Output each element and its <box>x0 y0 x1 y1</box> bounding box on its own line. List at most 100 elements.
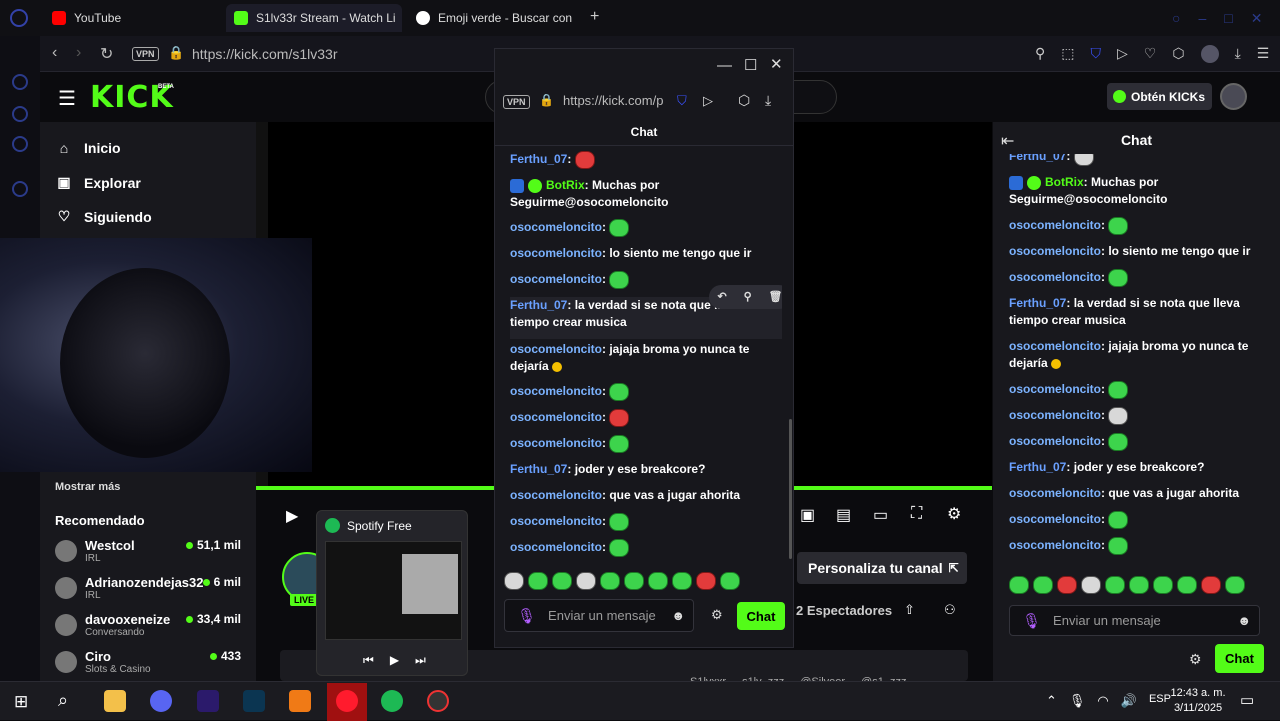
add-friend-icon[interactable]: ⚇ <box>944 602 956 618</box>
close-icon[interactable]: ✕ <box>770 55 783 73</box>
emote-icon[interactable] <box>1105 576 1125 594</box>
app-icon[interactable] <box>12 181 28 197</box>
recommended-channel[interactable]: davooxeneize Conversando 33,4 mil <box>55 612 255 638</box>
app-icon[interactable] <box>12 106 28 122</box>
chat-username[interactable]: osocomeloncito <box>510 410 602 424</box>
play-icon[interactable]: ▷ <box>703 93 713 109</box>
play-icon[interactable]: ▷ <box>1117 45 1128 63</box>
chat-username[interactable]: Ferthu_07 <box>510 462 567 476</box>
profile-avatar[interactable] <box>1200 45 1219 63</box>
pip-icon[interactable]: ▣ <box>800 505 815 525</box>
chat-settings-icon[interactable]: ⚙ <box>711 607 723 623</box>
chevron-up-icon[interactable]: ⌃ <box>1046 693 1057 709</box>
extensions-icon[interactable]: ⬡ <box>738 92 750 109</box>
chat-send-button[interactable]: Chat <box>737 602 785 630</box>
chat-username[interactable]: osocomeloncito <box>510 220 602 234</box>
emote-icon[interactable] <box>696 572 716 590</box>
theater-icon[interactable]: ▭ <box>873 505 888 525</box>
next-track-icon[interactable]: ⏭ <box>415 653 426 668</box>
heart-icon[interactable]: ♡ <box>1144 45 1157 63</box>
obs-icon[interactable] <box>427 690 449 712</box>
chat-username[interactable]: Ferthu_07 <box>1009 460 1066 474</box>
emote-icon[interactable] <box>1201 576 1221 594</box>
show-more-link[interactable]: Mostrar más <box>55 481 120 493</box>
emote-icon[interactable] <box>576 572 596 590</box>
windows-start-icon[interactable]: ⊞ <box>14 692 28 712</box>
play-icon[interactable]: ▶ <box>390 653 399 668</box>
chat-send-button[interactable]: Chat <box>1215 644 1264 673</box>
emote-icon[interactable] <box>1009 576 1029 594</box>
opera-taskbar-item[interactable] <box>327 683 367 721</box>
chat-username[interactable]: Ferthu_07 <box>510 298 567 312</box>
emote-icon[interactable] <box>648 572 668 590</box>
emote-icon[interactable] <box>624 572 644 590</box>
photoshop-icon[interactable] <box>243 690 265 712</box>
window-controls[interactable]: ○–□✕ <box>1172 10 1280 26</box>
discord-icon[interactable] <box>150 690 172 712</box>
back-icon[interactable]: ‹ <box>52 44 57 62</box>
emote-icon[interactable] <box>552 572 572 590</box>
emote-icon[interactable] <box>1057 576 1077 594</box>
chat-username[interactable]: osocomeloncito <box>510 384 602 398</box>
sidebar-item-inicio[interactable]: ⌂ Inicio <box>56 140 121 156</box>
share-icon[interactable]: ⇧ <box>904 602 915 618</box>
search-icon[interactable]: ⌕ <box>58 690 68 711</box>
chat-username[interactable]: osocomeloncito <box>1009 339 1101 353</box>
emote-icon[interactable] <box>1153 576 1173 594</box>
fl-studio-icon[interactable] <box>289 690 311 712</box>
download-icon[interactable]: ⤓ <box>765 92 771 109</box>
microphone-icon[interactable]: 🎙 <box>517 607 536 625</box>
emote-icon[interactable] <box>1177 576 1197 594</box>
chat-message[interactable]: Ferthu_07: la verdad si se nota que llev… <box>510 285 782 339</box>
forward-icon[interactable]: › <box>76 44 81 62</box>
wifi-icon[interactable]: ◠ <box>1097 693 1108 709</box>
chat-username[interactable]: osocomeloncito <box>510 514 602 528</box>
pin-icon[interactable]: ⚲ <box>1035 45 1045 63</box>
chat-username[interactable]: osocomeloncito <box>1009 434 1101 448</box>
pin-icon[interactable]: ⚲ <box>744 289 752 306</box>
reload-icon[interactable]: ↻ <box>100 44 113 64</box>
scrollbar[interactable] <box>789 419 792 559</box>
url-field[interactable]: https://kick.com/s1lv33r <box>192 46 338 62</box>
url-field[interactable]: https://kick.com/p <box>563 93 669 108</box>
app-icon[interactable] <box>12 136 28 152</box>
recommended-channel[interactable]: Ciro Slots & Casino 433 <box>55 649 255 675</box>
emote-icon[interactable] <box>672 572 692 590</box>
chat-username[interactable]: osocomeloncito <box>1009 218 1101 232</box>
sidebar-item-siguiendo[interactable]: ♡ Siguiendo <box>56 208 152 225</box>
settings-gear-icon[interactable]: ⚙ <box>947 504 961 524</box>
tab-kick[interactable]: S1lv33r Stream - Watch Li <box>226 4 402 32</box>
vpn-badge[interactable]: VPN <box>503 95 530 109</box>
fullscreen-icon[interactable]: ⛶ <box>911 505 922 523</box>
emote-icon[interactable] <box>600 572 620 590</box>
chat-username[interactable]: Ferthu_07 <box>1009 296 1066 310</box>
chat-username[interactable]: osocomeloncito <box>510 272 602 286</box>
chat-username[interactable]: osocomeloncito <box>1009 512 1101 526</box>
tab-youtube[interactable]: YouTube <box>44 4 224 32</box>
delete-icon[interactable]: 🗑 <box>769 289 782 306</box>
maximize-icon[interactable]: ☐ <box>744 56 757 74</box>
chat-username[interactable]: osocomeloncito <box>510 488 602 502</box>
extensions-icon[interactable]: ⬡ <box>1172 45 1184 63</box>
chat-input[interactable]: 🎙 Enviar un mensaje ☻ <box>1009 605 1260 636</box>
customize-channel-button[interactable]: Personaliza tu canal ⇱ <box>797 552 967 584</box>
user-avatar[interactable] <box>1220 83 1247 110</box>
spotify-taskbar-icon[interactable] <box>381 690 403 712</box>
chat-username[interactable]: BotRix <box>546 178 585 192</box>
emoji-picker-icon[interactable]: ☻ <box>671 608 685 623</box>
microphone-icon[interactable]: 🎙 <box>1069 693 1086 709</box>
chat-username[interactable]: osocomeloncito <box>510 436 602 450</box>
microphone-icon[interactable]: 🎙 <box>1022 612 1041 630</box>
chat-username[interactable]: osocomeloncito <box>1009 408 1101 422</box>
shield-icon[interactable]: ⛉ <box>677 93 687 109</box>
recommended-channel[interactable]: Adrianozendejas32 IRL 6 mil <box>55 575 255 601</box>
spotify-preview[interactable]: Spotify Free ⏮ ▶ ⏭ <box>316 510 468 676</box>
download-icon[interactable]: ⤓ <box>1235 45 1241 63</box>
clock[interactable]: 12:43 a. m. 3/11/2025 <box>1168 686 1228 716</box>
vpn-badge[interactable]: VPN <box>132 47 159 61</box>
chat-username[interactable]: osocomeloncito <box>1009 538 1101 552</box>
play-icon[interactable]: ▶ <box>286 506 298 526</box>
chat-input[interactable]: 🎙 Enviar un mensaje ☻ <box>504 599 694 632</box>
emote-icon[interactable] <box>1129 576 1149 594</box>
chat-username[interactable]: osocomeloncito <box>1009 382 1101 396</box>
